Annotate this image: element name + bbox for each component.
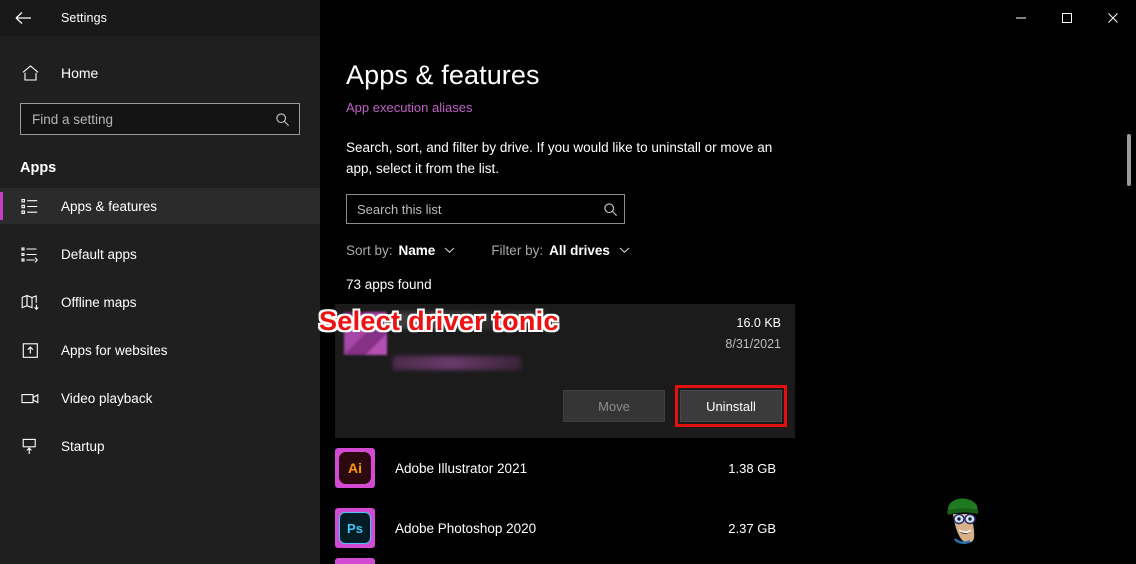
maximize-icon bbox=[1061, 12, 1073, 24]
uninstall-button[interactable]: Uninstall bbox=[680, 390, 782, 422]
app-name: Adobe Illustrator 2021 bbox=[395, 460, 528, 476]
cartoon-character-watermark bbox=[942, 494, 986, 546]
title-bar-left: Settings bbox=[0, 0, 320, 36]
back-arrow-icon bbox=[15, 11, 32, 25]
app-list-item[interactable]: Ai Adobe Illustrator 2021 1.38 GB bbox=[320, 438, 790, 498]
app-icon-text: Ps bbox=[339, 512, 371, 544]
window-controls bbox=[998, 0, 1136, 36]
adobe-illustrator-icon: Ai bbox=[335, 448, 375, 488]
sidebar-item-label: Apps & features bbox=[61, 198, 158, 214]
sidebar-item-startup[interactable]: Startup bbox=[0, 428, 320, 464]
filter-by-label: Filter by: bbox=[491, 243, 544, 258]
selected-app-date: 8/31/2021 bbox=[725, 337, 781, 351]
title-bar-drag-region bbox=[320, 0, 998, 36]
sidebar-item-apps-features[interactable]: Apps & features bbox=[0, 188, 320, 224]
app-list-item[interactable]: Ps Adobe Photoshop 2020 2.37 GB bbox=[320, 498, 790, 558]
sort-by-dropdown[interactable]: Sort by: Name bbox=[346, 243, 455, 258]
apps-found-count: 73 apps found bbox=[346, 277, 432, 292]
settings-window: Settings Home Find a setting Apps Apps &… bbox=[0, 0, 1136, 564]
sidebar-item-label: Offline maps bbox=[61, 294, 137, 310]
minimize-icon bbox=[1015, 12, 1027, 24]
search-icon[interactable] bbox=[603, 202, 618, 217]
move-button: Move bbox=[563, 390, 665, 422]
sidebar-item-video-playback[interactable]: Video playback bbox=[0, 380, 320, 416]
chevron-down-icon bbox=[619, 247, 630, 254]
adobe-photoshop-icon: Ps bbox=[335, 508, 375, 548]
window-title: Settings bbox=[61, 11, 107, 25]
video-camera-icon bbox=[20, 388, 40, 408]
sidebar-item-label: Default apps bbox=[61, 246, 137, 262]
app-list: 16.0 KB 8/31/2021 Move Uninstall Ai Adob… bbox=[320, 304, 1136, 564]
apps-list-icon bbox=[20, 196, 40, 216]
home-icon bbox=[20, 63, 40, 83]
sort-by-value: Name bbox=[398, 243, 436, 258]
sidebar-item-offline-maps[interactable]: Offline maps bbox=[0, 284, 320, 320]
find-a-setting-box[interactable] bbox=[20, 103, 300, 135]
filter-by-value: All drives bbox=[549, 243, 610, 258]
scrollbar-thumb[interactable] bbox=[1127, 134, 1131, 186]
uninstall-highlight-box: Uninstall bbox=[675, 385, 787, 427]
app-list-item-partial[interactable] bbox=[320, 558, 790, 564]
obscured-app-publisher bbox=[393, 356, 521, 370]
app-icon-partial bbox=[335, 558, 375, 564]
chevron-down-icon bbox=[444, 247, 455, 254]
app-name: Adobe Photoshop 2020 bbox=[395, 520, 537, 536]
page-description: Search, sort, and filter by drive. If yo… bbox=[346, 140, 773, 176]
sidebar-item-label: Startup bbox=[61, 438, 105, 454]
search-input[interactable] bbox=[32, 111, 275, 127]
search-this-list-box[interactable] bbox=[346, 194, 625, 224]
vertical-scrollbar[interactable] bbox=[1122, 36, 1136, 564]
sidebar: Home Apps Apps & features bbox=[0, 36, 320, 564]
filter-controls: Sort by: Name Filter by: All drives bbox=[320, 224, 1136, 258]
sidebar-item-label: Apps for websites bbox=[61, 342, 168, 358]
back-button[interactable] bbox=[0, 0, 46, 36]
default-apps-icon bbox=[20, 244, 40, 264]
annotation-text: Select driver tonic bbox=[319, 306, 559, 336]
map-download-icon bbox=[20, 292, 40, 312]
sidebar-item-label: Video playback bbox=[61, 390, 153, 406]
main-content: Apps & features App execution aliases Se… bbox=[320, 36, 1136, 564]
sidebar-section-apps: Apps bbox=[20, 160, 57, 176]
sidebar-item-default-apps[interactable]: Default apps bbox=[0, 236, 320, 272]
sidebar-item-home[interactable]: Home bbox=[0, 56, 320, 90]
title-bar: Settings bbox=[0, 0, 1136, 36]
minimize-button[interactable] bbox=[998, 0, 1044, 36]
list-search-input[interactable] bbox=[357, 201, 603, 217]
app-icon-text: Ai bbox=[339, 452, 371, 484]
app-size: 1.38 GB bbox=[728, 460, 776, 476]
selected-app-meta: 16.0 KB 8/31/2021 bbox=[725, 316, 781, 351]
apps-websites-icon bbox=[20, 340, 40, 360]
close-icon bbox=[1107, 12, 1119, 24]
page-title: Apps & features bbox=[346, 60, 540, 90]
sort-by-label: Sort by: bbox=[346, 243, 393, 258]
app-size: 2.37 GB bbox=[728, 520, 776, 536]
close-button[interactable] bbox=[1090, 0, 1136, 36]
filter-by-dropdown[interactable]: Filter by: All drives bbox=[491, 243, 630, 258]
selected-app-actions: Move Uninstall bbox=[563, 385, 787, 427]
app-execution-aliases-link[interactable]: App execution aliases bbox=[320, 91, 1136, 115]
sidebar-item-apps-for-websites[interactable]: Apps for websites bbox=[0, 332, 320, 368]
maximize-button[interactable] bbox=[1044, 0, 1090, 36]
search-icon[interactable] bbox=[275, 112, 293, 127]
selected-app-size: 16.0 KB bbox=[736, 316, 781, 330]
startup-icon bbox=[20, 436, 40, 456]
sidebar-home-label: Home bbox=[61, 65, 99, 81]
